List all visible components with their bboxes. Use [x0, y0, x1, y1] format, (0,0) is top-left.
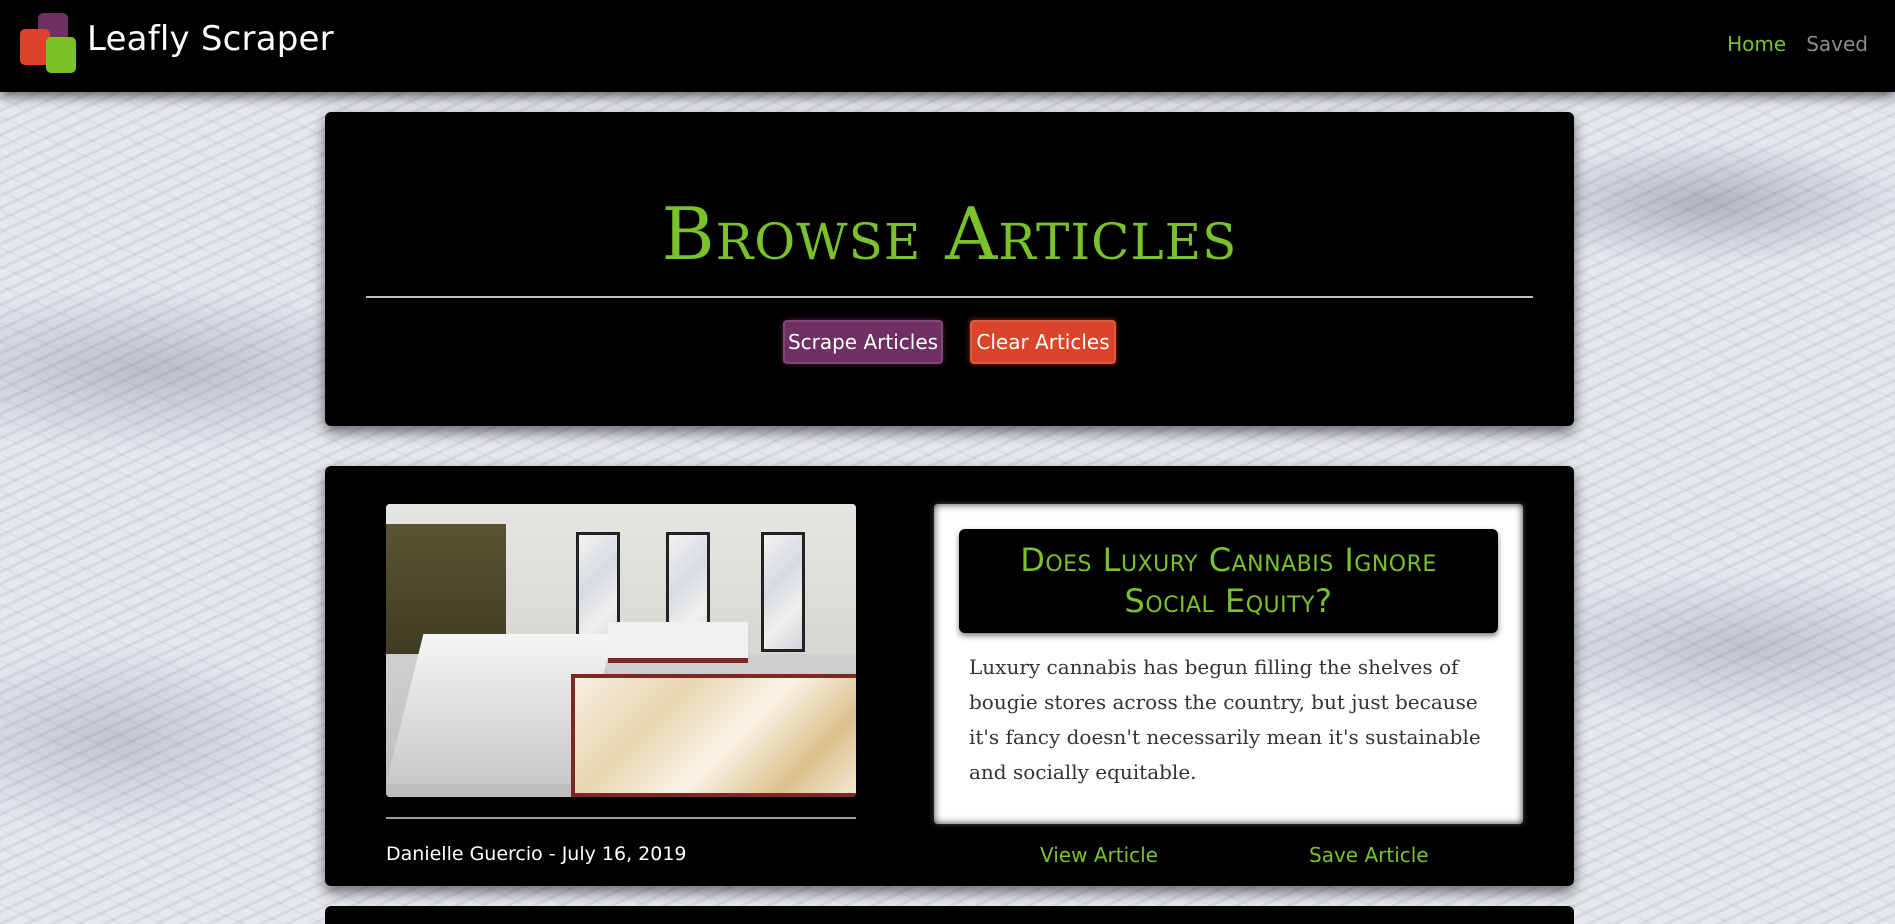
article-byline: Danielle Guercio - July 16, 2019	[386, 843, 687, 865]
article-headline-box: Does Luxury Cannabis Ignore Social Equit…	[959, 529, 1498, 633]
scrape-articles-button[interactable]: Scrape Articles	[783, 320, 943, 364]
brand-name[interactable]: Leafly Scraper	[87, 19, 334, 59]
clear-articles-button[interactable]: Clear Articles	[970, 320, 1116, 364]
article-text-panel: Does Luxury Cannabis Ignore Social Equit…	[934, 504, 1523, 824]
app-logo-icon	[20, 13, 78, 75]
article-card: Danielle Guercio - July 16, 2019 Does Lu…	[325, 466, 1574, 886]
nav-link-home[interactable]: Home	[1727, 32, 1786, 56]
divider	[366, 296, 1533, 298]
nav-links: Home Saved	[1727, 32, 1868, 56]
divider	[386, 817, 856, 819]
page-title: Browse Articles	[661, 192, 1238, 276]
view-article-link[interactable]: View Article	[1040, 843, 1158, 867]
header-panel: Browse Articles Scrape Articles Clear Ar…	[325, 112, 1574, 426]
article-card	[325, 906, 1574, 924]
navbar: Leafly Scraper Home Saved	[0, 0, 1895, 92]
article-title: Does Luxury Cannabis Ignore Social Equit…	[1020, 541, 1437, 620]
nav-link-saved[interactable]: Saved	[1806, 32, 1868, 56]
save-article-link[interactable]: Save Article	[1309, 843, 1429, 867]
article-summary: Luxury cannabis has begun filling the sh…	[969, 655, 1481, 784]
brand[interactable]: Leafly Scraper	[20, 12, 334, 76]
article-image[interactable]	[386, 504, 856, 797]
